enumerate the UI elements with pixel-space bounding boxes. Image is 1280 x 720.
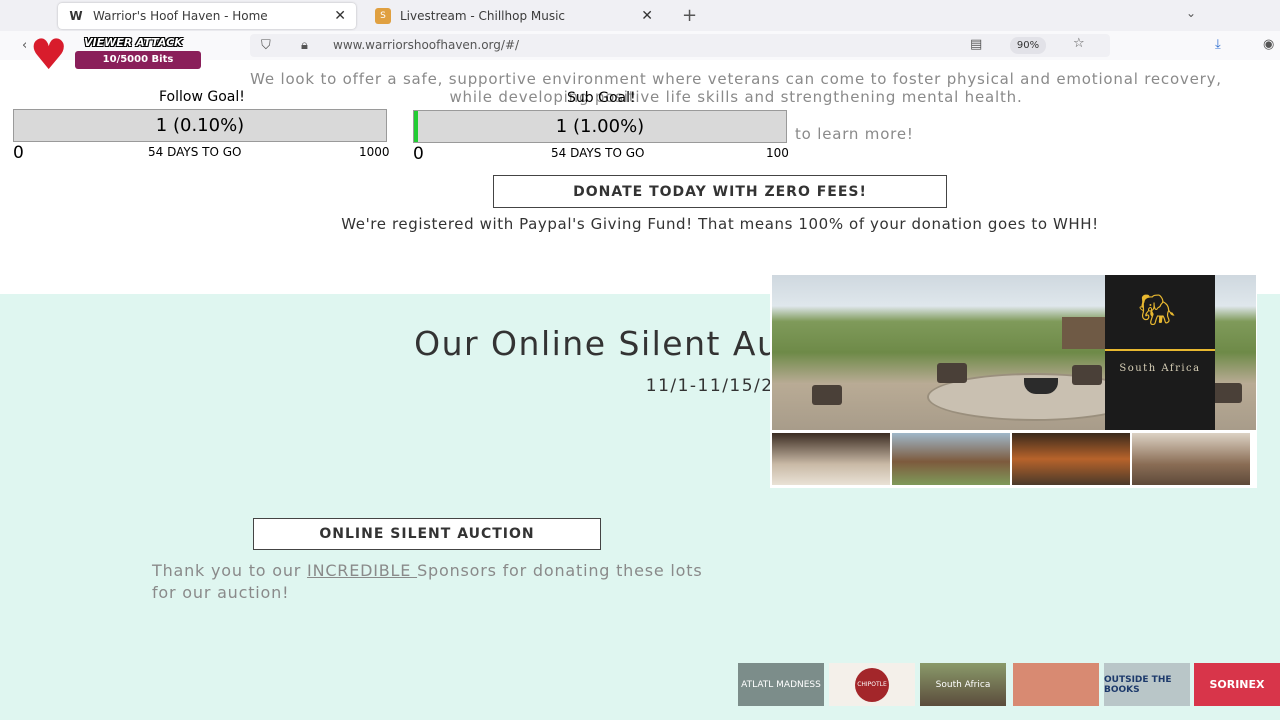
- sponsor-logo-chipotle[interactable]: CHIPOTLE: [829, 663, 915, 706]
- fire-bowl: [1024, 378, 1058, 394]
- close-tab-icon[interactable]: ✕: [334, 8, 346, 24]
- strawberry-heart-icon: ♥: [30, 30, 68, 79]
- new-tab-icon[interactable]: +: [682, 5, 697, 26]
- mission-statement: We look to offer a safe, supportive envi…: [250, 70, 1222, 106]
- bits-counter: 10/5000 Bits: [75, 51, 201, 69]
- url-text[interactable]: www.warriorshoofhaven.org/#/: [333, 38, 519, 52]
- bedroom-thumbnail: [772, 433, 890, 485]
- sponsor-logo-atlatl[interactable]: ATLATL MADNESS: [738, 663, 824, 706]
- sub-goal-days: 54 DAYS TO GO: [551, 146, 645, 160]
- follow-goal-days: 54 DAYS TO GO: [148, 145, 242, 159]
- account-icon[interactable]: ◉: [1263, 37, 1274, 52]
- sponsors-link[interactable]: INCREDIBLE: [307, 561, 417, 580]
- south-africa-lot-image[interactable]: 🐘︎ South Africa: [770, 273, 1257, 488]
- south-africa-badge: 🐘︎ South Africa: [1105, 275, 1215, 430]
- lock-icon[interactable]: 🔒︎: [301, 38, 308, 53]
- sub-goal-fill: [414, 111, 419, 142]
- lounge-thumbnail: [1132, 433, 1250, 485]
- close-tab-icon[interactable]: ✕: [641, 8, 653, 24]
- sub-goal-value: 1 (1.00%): [555, 116, 645, 137]
- chevron-down-icon[interactable]: ⌄: [1186, 6, 1196, 20]
- logo-text: OUTSIDE THE BOOKS: [1104, 674, 1172, 695]
- badge-label: South Africa: [1119, 363, 1201, 374]
- sponsor-thanks: Thank you to our INCREDIBLE Sponsors for…: [152, 560, 712, 604]
- sponsor-logo-south-africa[interactable]: South Africa: [920, 663, 1006, 706]
- sub-goal-max: 100: [766, 146, 789, 160]
- tab-label: Livestream - Chillhop Music: [400, 9, 566, 23]
- lodge-patio-photo: 🐘︎ South Africa: [772, 275, 1256, 430]
- paypal-note: We're registered with Paypal's Giving Fu…: [341, 215, 1099, 233]
- tab-bar: W Warrior's Hoof Haven - Home ✕ S Livest…: [0, 0, 1280, 31]
- patio-chair: [1212, 383, 1242, 403]
- badge-divider: [1105, 337, 1215, 351]
- silent-auction-button[interactable]: ONLINE SILENT AUCTION: [253, 518, 601, 550]
- sponsor-logo-sorinex[interactable]: SORINEX: [1194, 663, 1280, 706]
- donate-button[interactable]: DONATE TODAY WITH ZERO FEES!: [493, 175, 947, 208]
- url-bar[interactable]: ⛉ 🔒︎ www.warriorshoofhaven.org/#/ ▤ 90% …: [250, 34, 1110, 57]
- viewer-attack-title: VIEWER ATTACK: [84, 36, 183, 49]
- patio-chair: [1072, 365, 1102, 385]
- logo-text: CHIPOTLE: [855, 667, 889, 702]
- sub-goal-label: Sub Goal!: [567, 90, 636, 106]
- learn-more-link[interactable]: to learn more!: [795, 125, 914, 143]
- viewer-attack-widget: ♥ VIEWER ATTACK 10/5000 Bits: [22, 31, 202, 79]
- download-icon[interactable]: ⤓: [1215, 37, 1221, 52]
- campfire-thumbnail: [1012, 433, 1130, 485]
- sponsor-text-prefix: Thank you to our: [152, 561, 308, 580]
- tab-label: Warrior's Hoof Haven - Home: [93, 9, 268, 23]
- tab-livestream[interactable]: S Livestream - Chillhop Music ✕: [365, 3, 663, 29]
- sponsor-logo-outside-the-books[interactable]: OUTSIDE THE BOOKS: [1104, 663, 1190, 706]
- zoom-level[interactable]: 90%: [1010, 37, 1046, 54]
- patio-chair: [812, 385, 842, 405]
- lodge-thumbnail: [892, 433, 1010, 485]
- follow-goal-label: Follow Goal!: [159, 89, 245, 105]
- bookmark-star-icon[interactable]: ☆: [1073, 36, 1085, 51]
- follow-goal-max: 1000: [359, 145, 390, 159]
- elephant-icon: 🐘︎: [1137, 293, 1177, 328]
- chillhop-favicon-icon: S: [375, 8, 391, 24]
- follow-goal-min: 0: [13, 143, 24, 163]
- follow-goal-value: 1 (0.10%): [155, 115, 245, 136]
- follow-goal-bar: 1 (0.10%): [13, 109, 387, 142]
- sponsor-logo-red-lot[interactable]: [1013, 663, 1099, 706]
- logo-text: South Africa: [935, 679, 991, 690]
- logo-text: ATLATL MADNESS: [741, 679, 821, 690]
- sub-goal-bar: 1 (1.00%): [413, 110, 787, 143]
- sub-goal-min: 0: [413, 144, 424, 164]
- reader-view-icon[interactable]: ▤: [970, 37, 982, 52]
- tab-warriors-hoof-haven[interactable]: W Warrior's Hoof Haven - Home ✕: [58, 3, 356, 29]
- patio-chair: [937, 363, 967, 383]
- site-favicon-icon: W: [69, 9, 83, 23]
- shield-icon[interactable]: ⛉: [261, 38, 271, 53]
- logo-text: SORINEX: [1209, 678, 1265, 691]
